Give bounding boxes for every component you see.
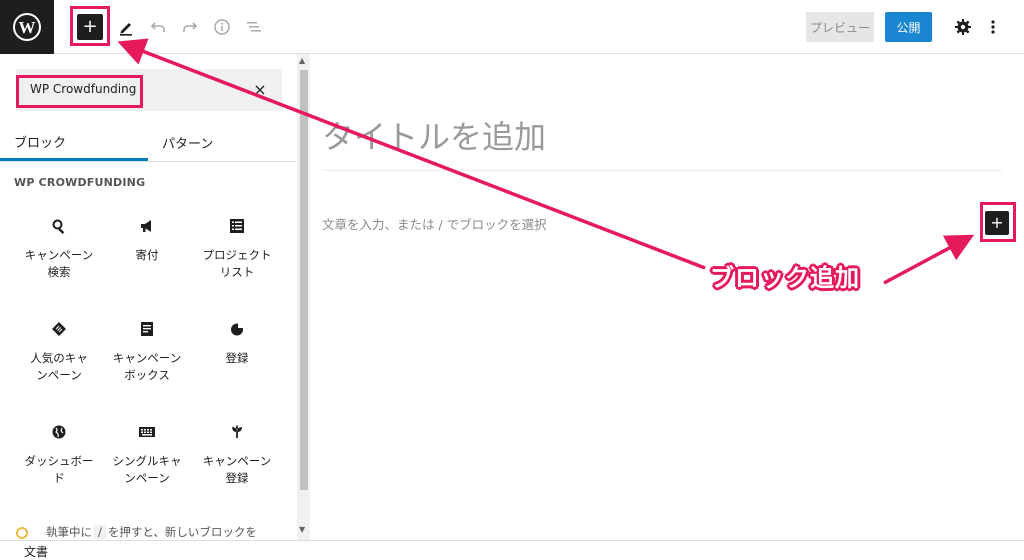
arrow-to-inline-add bbox=[883, 234, 975, 285]
arrow-to-toolbar-add bbox=[117, 38, 706, 270]
annotation-arrows bbox=[117, 38, 975, 285]
annotation-callout: ブロック追加 bbox=[710, 264, 860, 292]
